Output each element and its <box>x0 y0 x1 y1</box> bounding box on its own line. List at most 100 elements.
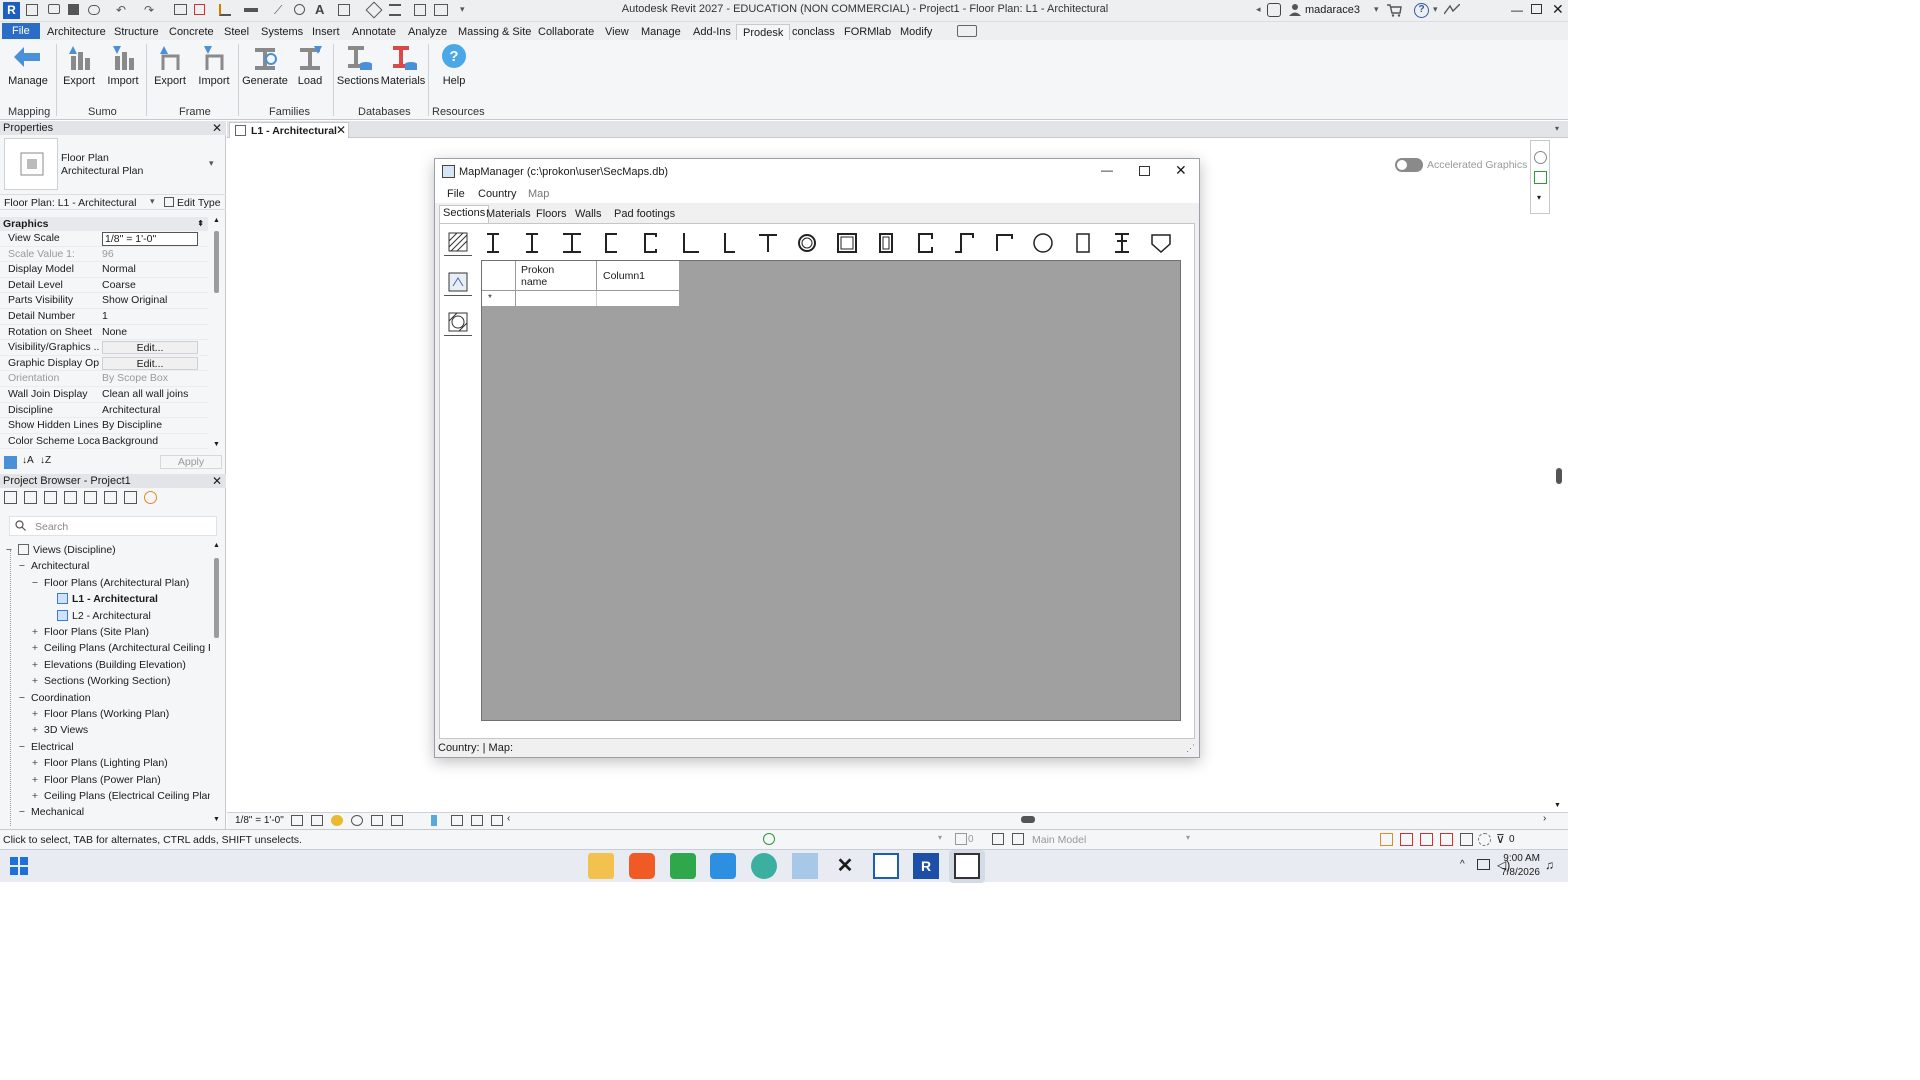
browser-tree-item[interactable]: + Ceiling Plans (Architectural Ceiling Pl… <box>30 640 210 656</box>
infocenter-chevron-icon[interactable]: ◂ <box>1256 4 1261 15</box>
revit-logo-icon[interactable]: R <box>3 2 20 19</box>
circle-solid-icon[interactable] <box>1029 229 1057 257</box>
property-row[interactable]: Show Hidden Lines By Discipline <box>0 418 208 434</box>
dialog-title-bar[interactable]: MapManager (c:\prokon\user\SecMaps.db) —… <box>435 159 1199 185</box>
sort-asc-icon[interactable]: ↓A <box>22 455 34 466</box>
expand-icon[interactable]: + <box>30 706 40 722</box>
section-map-icon[interactable] <box>444 308 472 336</box>
browser-tree-item[interactable]: + Floor Plans (Power Plan) <box>30 772 161 788</box>
menu-map[interactable]: Map <box>528 188 549 200</box>
view-horizontal-scroll-thumb[interactable] <box>1021 816 1035 823</box>
cart-icon[interactable] <box>1386 3 1402 17</box>
stay-connected-icon[interactable] <box>1443 3 1461 16</box>
frame-import-button[interactable]: Import <box>191 42 237 94</box>
tab-add-ins[interactable]: Add-Ins <box>693 24 731 40</box>
collapse-icon[interactable]: − <box>30 575 40 591</box>
rectangle-solid-icon[interactable] <box>1069 229 1097 257</box>
app-icon-2[interactable] <box>670 853 696 879</box>
browser-tree-item[interactable]: + Floor Plans (Lighting Plan) <box>30 755 168 771</box>
dialog-minimize-icon[interactable]: — <box>1101 163 1113 177</box>
binoculars-icon[interactable] <box>1267 3 1281 17</box>
collapse-icon[interactable]: − <box>17 739 27 755</box>
resize-grip-icon[interactable]: ⋰ <box>1186 739 1195 757</box>
user-dropdown-icon[interactable]: ▾ <box>1374 4 1379 15</box>
measure-icon[interactable] <box>219 4 231 16</box>
scroll-up-icon[interactable]: ▲ <box>213 217 220 224</box>
z-section-icon[interactable] <box>951 229 979 257</box>
property-value[interactable]: Architectural <box>102 403 198 419</box>
square-hollow-icon[interactable] <box>833 229 861 257</box>
drag-elements-icon[interactable] <box>1460 833 1473 846</box>
tab-walls[interactable]: Walls <box>572 207 604 223</box>
property-row[interactable]: Detail Number 1 <box>0 309 208 325</box>
close-icon[interactable]: ✕ <box>1552 1 1564 18</box>
clock-time[interactable]: 9:00 AM <box>1500 853 1540 864</box>
tab-file[interactable]: File <box>2 23 40 39</box>
tee-icon[interactable] <box>754 229 782 257</box>
sort-desc-icon[interactable]: ↓Z <box>40 455 51 466</box>
browser-scroll-up-icon[interactable]: ▲ <box>213 542 220 549</box>
collapse-group-icon[interactable]: ⇞ <box>197 217 204 231</box>
browser-revit-links-icon[interactable] <box>144 491 157 504</box>
browser-tree-item[interactable]: + Ceiling Plans (Electrical Ceiling Plan) <box>30 788 210 804</box>
browser-families-icon[interactable] <box>84 491 97 504</box>
open-icon[interactable] <box>48 4 60 14</box>
header-prokon-name[interactable]: Prokon name <box>516 261 597 291</box>
browser-tree-item[interactable]: − Architectural <box>17 558 89 574</box>
angle-icon[interactable] <box>676 229 704 257</box>
graphics-group-header[interactable]: Graphics ⇞ <box>0 217 208 231</box>
expand-icon[interactable]: + <box>30 772 40 788</box>
lipped-channel-icon[interactable] <box>636 229 664 257</box>
filter-icon[interactable]: ⊽ <box>1496 832 1505 846</box>
view-tab-close-icon[interactable]: ✕ <box>336 123 346 137</box>
wide-flange-icon[interactable] <box>558 229 586 257</box>
properties-scroll-thumb[interactable] <box>214 231 219 293</box>
new-row-cell-column1[interactable] <box>597 291 679 306</box>
redo-icon[interactable]: ↷ <box>144 4 154 16</box>
browser-home-icon[interactable] <box>4 491 17 504</box>
text-icon[interactable]: A <box>315 3 324 16</box>
section-view-icon[interactable] <box>365 1 383 19</box>
browser-tree-item[interactable]: − Floor Plans (Architectural Plan) <box>30 575 189 591</box>
accelerated-graphics-toggle[interactable] <box>1395 158 1423 172</box>
property-value[interactable]: By Scope Box <box>102 371 198 387</box>
nav-menu-icon[interactable]: ▾ <box>1537 193 1541 202</box>
property-row[interactable]: Color Scheme Loca... Background <box>0 434 208 450</box>
property-row[interactable]: View Scale 1/8" = 1'-0" <box>0 231 208 247</box>
generate-button[interactable]: Generate <box>242 42 288 94</box>
tab-prodesk[interactable]: Prodesk <box>736 24 791 40</box>
collapse-icon[interactable]: − <box>17 690 27 706</box>
steering-wheel-icon[interactable] <box>1534 151 1547 164</box>
view-tabs-menu-icon[interactable]: ▾ <box>1555 124 1559 133</box>
property-row[interactable]: Display Model Normal <box>0 262 208 278</box>
header-column1[interactable]: Column1 <box>597 261 679 291</box>
tab-view[interactable]: View <box>605 24 629 40</box>
circular-hollow-icon[interactable] <box>793 229 821 257</box>
i-section-icon[interactable] <box>518 229 546 257</box>
select-underlay-icon[interactable] <box>1400 833 1413 846</box>
property-row[interactable]: Graphic Display Op... Edit... <box>0 356 208 372</box>
tab-concrete[interactable]: Concrete <box>169 24 214 40</box>
browser-scroll-thumb[interactable] <box>214 558 219 638</box>
dialog-maximize-icon[interactable] <box>1139 166 1150 176</box>
sync-icon[interactable] <box>88 5 100 15</box>
browser-scrollbar[interactable]: ▲ ▼ <box>212 542 222 827</box>
browser-search-input[interactable]: Search <box>9 516 217 536</box>
browser-tree-item[interactable]: L2 - Architectural <box>43 608 151 624</box>
property-value[interactable]: None <box>102 325 198 341</box>
browser-tree-item[interactable]: + Floor Plans (Working Plan) <box>30 706 169 722</box>
select-by-face-icon[interactable] <box>1440 833 1453 846</box>
property-value[interactable]: 1/8" = 1'-0" <box>102 232 198 246</box>
i-section-icon[interactable] <box>479 229 507 257</box>
tab-steel[interactable]: Steel <box>224 24 249 40</box>
view-tab-l1[interactable]: L1 - Architectural ✕ <box>229 122 349 138</box>
view-vertical-scroll-thumb[interactable] <box>1556 468 1562 484</box>
tab-structure[interactable]: Structure <box>114 24 159 40</box>
load-button[interactable]: Load <box>287 42 333 94</box>
new-row-cell-name[interactable] <box>516 291 597 306</box>
property-row[interactable]: Rotation on Sheet None <box>0 325 208 341</box>
tab-architecture[interactable]: Architecture <box>47 24 106 40</box>
browser-close-icon[interactable]: ✕ <box>212 474 222 488</box>
reveal-hidden-icon[interactable] <box>451 815 463 826</box>
home-icon[interactable] <box>26 4 38 16</box>
